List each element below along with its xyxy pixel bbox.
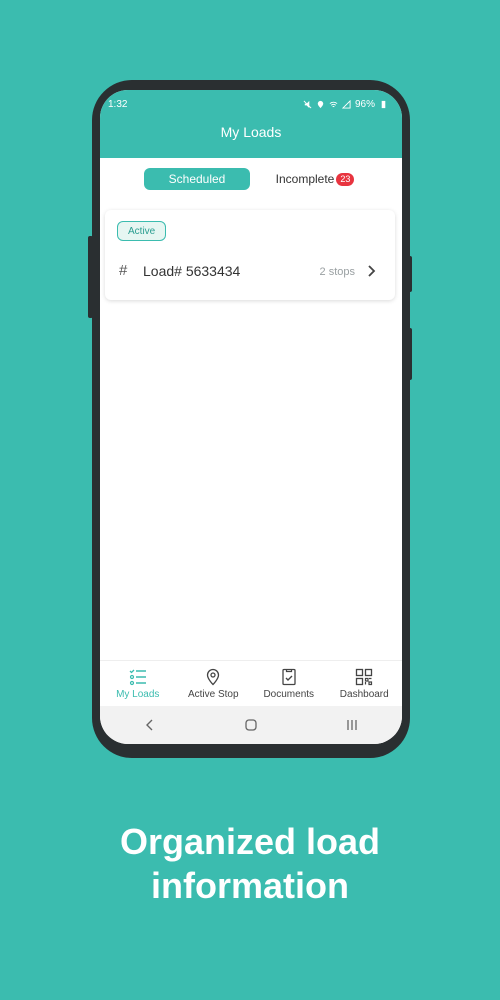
status-time: 1:32 [108,98,128,110]
caption-line-1: Organized load [119,821,381,862]
nav-my-loads-label: My Loads [116,688,160,700]
hash-icon: # [119,262,128,279]
home-button[interactable] [244,718,258,732]
app-header: 1:32 96% My Loads [100,90,402,158]
nav-documents[interactable]: Documents [251,661,327,706]
caption-line-2: information [151,865,349,906]
location-icon [317,100,324,108]
location-pin-icon [207,668,220,685]
status-icons: 96% [303,99,388,110]
status-bar: 1:32 96% [108,97,388,111]
load-tabs: Scheduled Incomplete 23 [100,168,402,192]
tab-scheduled[interactable]: Scheduled [144,168,250,190]
nav-documents-label: Documents [263,688,315,700]
recents-button[interactable] [345,718,359,732]
nav-dashboard[interactable]: Dashboard [327,661,403,706]
document-check-icon [282,668,296,685]
bottom-nav: My Loads Active Stop Documents Dashboard [100,660,402,706]
checklist-icon [129,669,146,685]
tab-incomplete[interactable]: Incomplete 23 [260,168,370,190]
back-button[interactable] [143,718,157,732]
battery-percent: 96% [354,98,375,110]
grid-icon [356,668,373,685]
load-status-badge: Active [117,221,167,241]
nav-active-stop-label: Active Stop [187,688,239,700]
tab-incomplete-label: Incomplete [275,172,335,186]
incomplete-count-badge: 23 [336,172,355,186]
marketing-caption: Organized load information [0,820,500,908]
nav-active-stop[interactable]: Active Stop [176,661,252,706]
load-card[interactable]: Active # Load# 5633434 2 stops [105,210,395,300]
wifi-icon [329,101,338,107]
recents-icon [346,720,357,730]
home-icon [245,719,257,731]
battery-icon [381,100,386,108]
load-number: Load# 5633434 [143,263,241,279]
page-title: My Loads [220,124,282,140]
nav-my-loads[interactable]: My Loads [100,661,176,706]
back-chevron-icon [146,719,153,731]
system-nav-bar [100,706,402,744]
tab-scheduled-label: Scheduled [168,172,226,186]
signal-icon [341,99,351,109]
phone-screen: 1:32 96% My Loads Scheduled Incomplete 2… [100,90,402,744]
nav-dashboard-label: Dashboard [339,688,389,700]
chevron-right-icon [368,265,376,277]
load-stops-count: 2 stops [319,266,355,278]
mute-icon [303,100,312,108]
